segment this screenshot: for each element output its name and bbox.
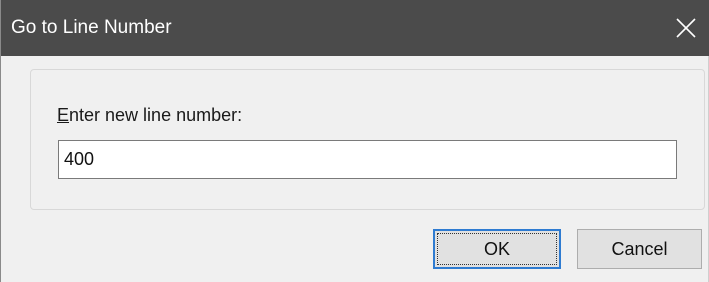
label-text: nter new line number: [69,105,243,125]
close-icon [676,18,696,38]
ok-button-label: OK [483,239,510,259]
ok-button[interactable]: OK [433,229,561,269]
close-button[interactable] [662,0,709,56]
window-title: Go to Line Number [11,17,172,38]
line-number-input[interactable] [58,140,677,179]
go-to-line-dialog: Go to Line Number Enter new line number:… [0,0,709,282]
cancel-button[interactable]: Cancel [577,229,702,269]
line-number-label: Enter new line number: [57,104,242,126]
label-mnemonic: E [57,105,70,125]
title-bar[interactable]: Go to Line Number [1,0,709,56]
